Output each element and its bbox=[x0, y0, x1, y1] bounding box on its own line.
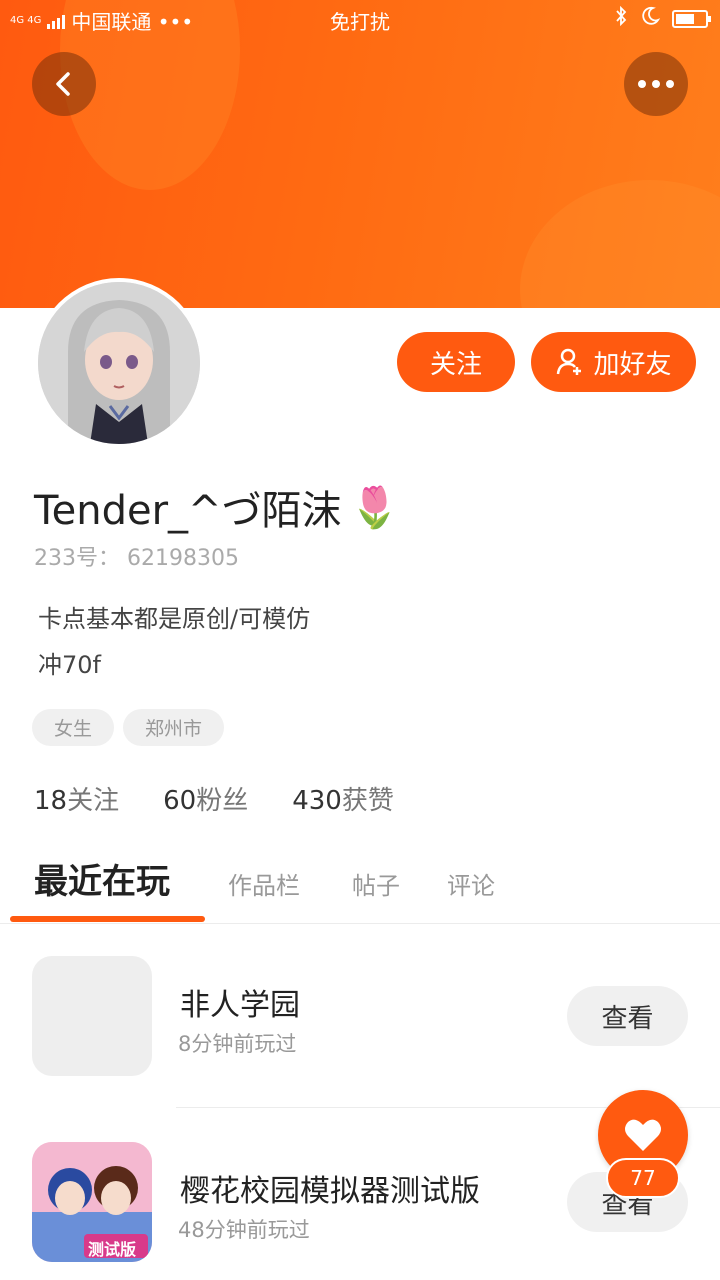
city-tag: 郑州市 bbox=[123, 709, 225, 746]
game-icon bbox=[32, 956, 152, 1076]
follow-button[interactable]: 关注 bbox=[397, 332, 515, 392]
game-icon: 测试版 bbox=[32, 1142, 152, 1262]
profile-banner: 4G 4G 中国联通 ••• 免打扰 bbox=[0, 0, 720, 308]
likes-label: 获赞 bbox=[341, 786, 394, 816]
view-button[interactable]: 查看 bbox=[567, 986, 688, 1046]
avatar-image bbox=[38, 282, 200, 444]
bio: 卡点基本都是原创/可模仿 冲70f bbox=[38, 596, 310, 688]
bluetooth-icon bbox=[614, 5, 628, 31]
moon-icon bbox=[640, 6, 661, 31]
add-friend-button[interactable]: 加好友 bbox=[531, 332, 696, 392]
following-label: 关注 bbox=[67, 786, 120, 816]
game-name: 樱花校园模拟器测试版 bbox=[180, 1174, 480, 1209]
add-friend-label: 加好友 bbox=[593, 349, 672, 380]
back-button[interactable] bbox=[32, 52, 96, 116]
game-played-time: 8分钟前玩过 bbox=[178, 1032, 297, 1056]
following-stat[interactable]: 18关注 bbox=[34, 780, 119, 817]
bio-line: 卡点基本都是原创/可模仿 bbox=[38, 605, 311, 633]
status-bar: 4G 4G 中国联通 ••• 免打扰 bbox=[0, 0, 720, 40]
dnd-label: 免打扰 bbox=[330, 10, 390, 34]
likes-count: 430 bbox=[292, 786, 342, 816]
avatar[interactable] bbox=[34, 278, 204, 448]
fans-label: 粉丝 bbox=[196, 786, 249, 816]
username: Tender_^づ陌沫 🌷 bbox=[34, 478, 399, 536]
tab-indicator bbox=[10, 916, 205, 922]
username-text: Tender_^づ陌沫 bbox=[34, 488, 342, 534]
more-dots-icon bbox=[638, 80, 674, 88]
fans-count: 60 bbox=[163, 786, 197, 816]
add-user-icon bbox=[557, 348, 582, 375]
tab-bar: 最近在玩 作品栏 帖子 评论 bbox=[0, 850, 720, 924]
gender-tag: 女生 bbox=[32, 709, 115, 746]
heart-icon bbox=[625, 1119, 661, 1151]
more-button[interactable] bbox=[624, 52, 688, 116]
tab-posts[interactable]: 帖子 bbox=[352, 866, 400, 901]
user-id: 233号： 62198305 bbox=[34, 546, 239, 571]
fans-stat[interactable]: 60粉丝 bbox=[163, 780, 248, 817]
list-item[interactable]: 非人学园 8分钟前玩过 查看 bbox=[0, 940, 720, 1090]
game-played-time: 48分钟前玩过 bbox=[178, 1218, 310, 1242]
tag-list: 女生 郑州市 bbox=[32, 709, 225, 746]
battery-icon bbox=[672, 9, 711, 28]
bio-line: 冲70f bbox=[38, 651, 101, 679]
stats-row: 18关注 60粉丝 430获赞 bbox=[34, 780, 394, 817]
tab-recent[interactable]: 最近在玩 bbox=[34, 854, 170, 903]
tab-works[interactable]: 作品栏 bbox=[228, 866, 300, 901]
like-count-badge: 77 bbox=[606, 1158, 680, 1198]
likes-stat: 430获赞 bbox=[292, 780, 394, 817]
banner-decoration bbox=[520, 180, 720, 308]
test-version-badge: 测试版 bbox=[88, 1240, 137, 1259]
follow-button-label: 关注 bbox=[429, 349, 482, 380]
tulip-emoji: 🌷 bbox=[349, 484, 400, 531]
chevron-left-icon bbox=[56, 72, 70, 96]
game-name: 非人学园 bbox=[180, 988, 300, 1023]
following-count: 18 bbox=[34, 786, 68, 816]
tab-comments[interactable]: 评论 bbox=[447, 866, 495, 901]
